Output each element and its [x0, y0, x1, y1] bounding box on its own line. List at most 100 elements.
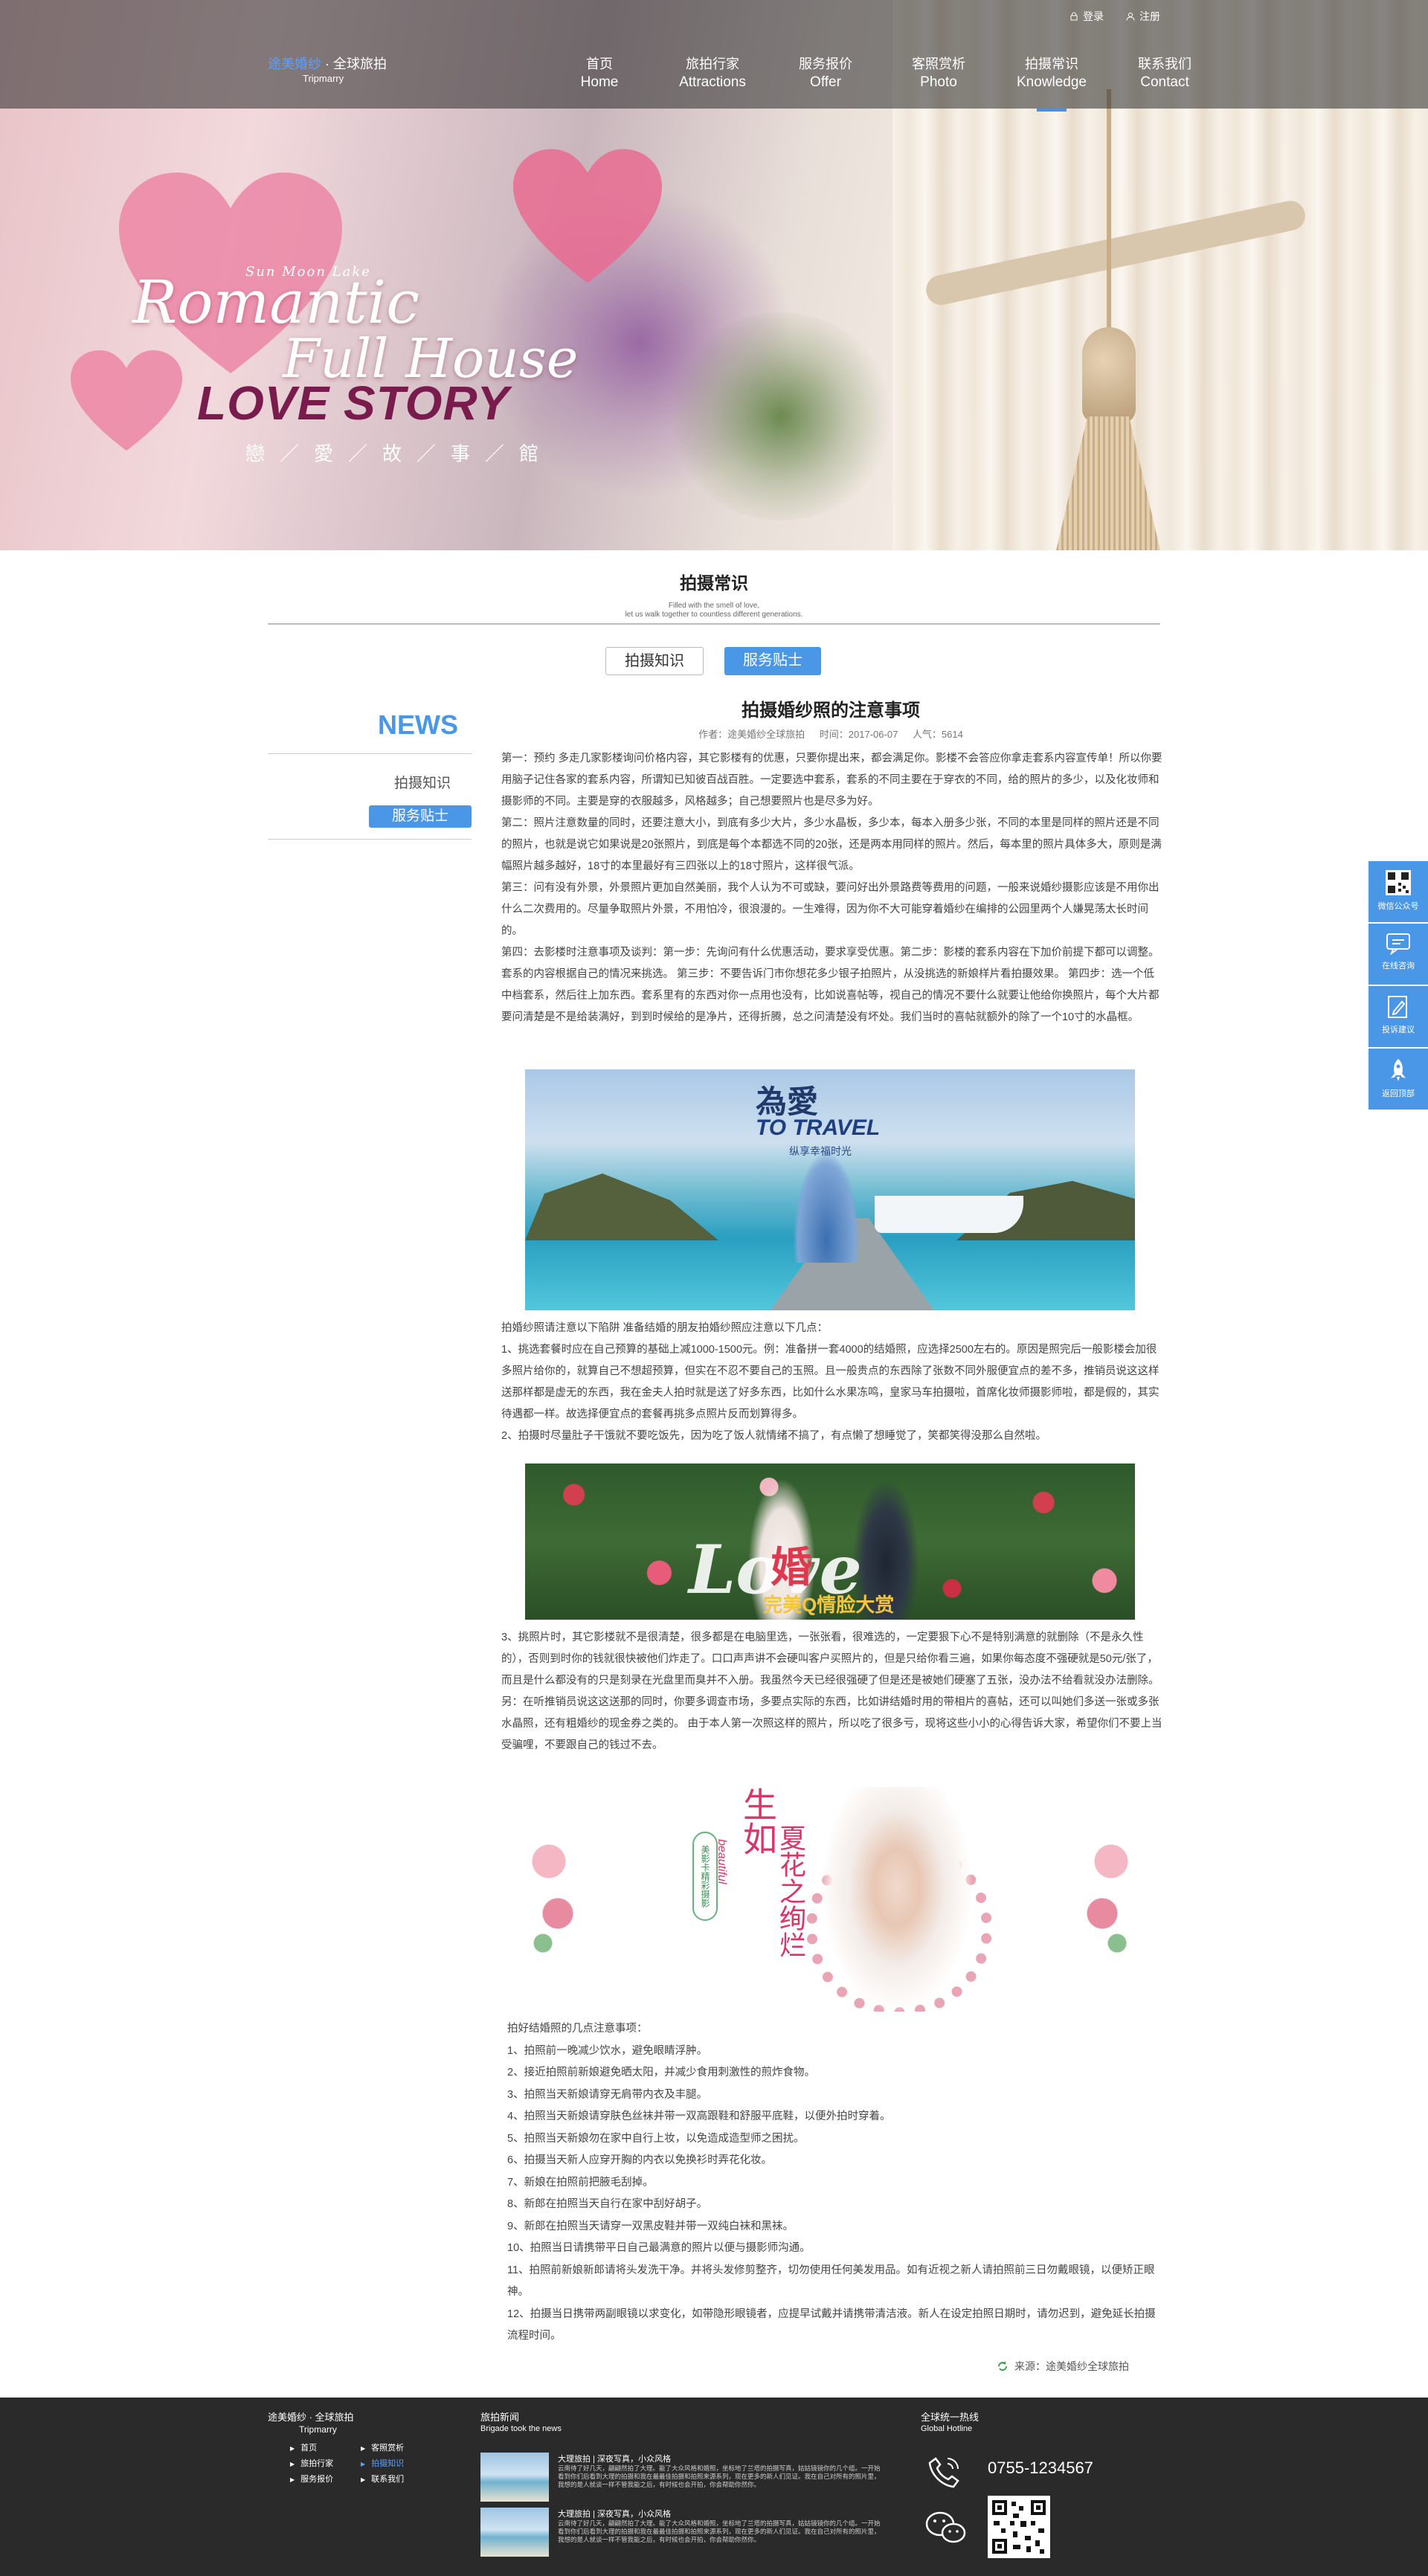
footer-link[interactable]: 服务报价	[290, 2472, 361, 2488]
article-paragraph: 第三：问有没有外景，外景照片更加自然美丽，我个人认为不可或缺，要问好出外景路费等…	[501, 882, 1160, 937]
list-item: 3、拍照当天新娘请穿无肩带内衣及丰腿。	[507, 2088, 708, 2101]
list-item: 11、拍照前新娘新郎请将头发洗干净。并将头发修剪整齐，切勿使用任何美发用品。如有…	[507, 2264, 1155, 2299]
photo-badge: 美影卡精彩摄影	[692, 1832, 718, 1921]
login-link[interactable]: 登录	[1070, 9, 1104, 24]
heart-medium-icon	[513, 149, 662, 283]
nav-label-cn: 联系我们	[1138, 57, 1191, 71]
list-item: 9、新郎在拍照当天请穿一双黑皮鞋并带一双纯白袜和黑袜。	[507, 2220, 794, 2232]
article-source: 来源：途美婚纱全球旅拍	[997, 2359, 1129, 2374]
edit-icon	[1388, 996, 1407, 1018]
article-paragraph: 第四：去影楼时注意事项及谈判：第一步：先询问有什么优惠活动，要求享受优惠。第二步…	[501, 947, 1160, 1023]
news-title: 大理旅拍 | 深夜写真，小众风格	[558, 2510, 671, 2519]
qrcode-icon	[992, 2500, 1046, 2554]
list-item: 8、新郎在拍照当天自行在家中刮好胡子。	[507, 2198, 708, 2210]
footer-link[interactable]: 联系我们	[361, 2472, 431, 2488]
float-label: 投诉建议	[1382, 1025, 1415, 1034]
nav-item-photo[interactable]: 客照赏析 Photo	[882, 54, 995, 91]
photo-text: beautiful	[715, 1839, 728, 1884]
article-meta: 作者：途美婚纱全球旅拍 时间：2017-06-07 人气：5614	[501, 727, 1160, 741]
float-label: 在线咨询	[1382, 962, 1415, 970]
float-label: 微信公众号	[1377, 902, 1419, 911]
sidebar-divider	[268, 753, 472, 754]
photo-text: 夏花之绚烂	[775, 1824, 805, 1958]
news-title: 大理旅拍 | 深夜写真，小众风格	[558, 2455, 671, 2464]
list-item: 2、接近拍照前新娘避免晒太阳，并减少食用刺激性的煎炸食物。	[507, 2067, 816, 2078]
photo-bride	[823, 1787, 971, 2010]
main-nav: 首页 Home 旅拍行家 Attractions 服务报价 Offer 客照赏析 Pho…	[543, 54, 1221, 112]
section-divider	[268, 623, 1160, 625]
article-photo-flowers: 美影卡精彩摄影 生如 夏花之绚烂 beautiful	[525, 1772, 1135, 2012]
photo-text: 完美Q情脸大赏	[763, 1594, 895, 1616]
float-complaint-button[interactable]: 投诉建议	[1368, 986, 1428, 1047]
section-subtitle-line1: Filled with the smell of love,	[668, 602, 760, 610]
section-heading: 拍摄常识 Filled with the smell of love, let …	[0, 569, 1428, 619]
photo-flowers-left	[525, 1817, 585, 1965]
nav-label-en: Home	[580, 74, 619, 90]
nav-label-en: Attractions	[679, 74, 746, 90]
footer-link[interactable]: 首页	[290, 2441, 361, 2456]
tab-service-tips[interactable]: 服务贴士	[724, 647, 821, 675]
logo-brand: 途美婚纱	[268, 57, 321, 71]
photo-text: TO TRAVEL	[756, 1115, 881, 1140]
footer-link[interactable]: 旅拍行家	[290, 2456, 361, 2472]
phone-icon	[928, 2457, 959, 2488]
sidebar-item-tips[interactable]: 服务贴士	[369, 805, 472, 828]
site-header: 途美婚纱 · 全球旅拍 Tripmarry 登录 注册 首页 Home 旅拍行家 A…	[0, 0, 1428, 112]
float-consult-button[interactable]: 在线咨询	[1368, 924, 1428, 985]
site-footer: 途美婚纱 · 全球旅拍 Tripmarry 首页客照赏析 旅拍行家拍摄知识 服务…	[0, 2398, 1428, 2576]
heart-small-icon	[71, 350, 182, 451]
photo-couple	[793, 1151, 860, 1263]
list-item: 1、拍照前一晚减少饮水，避免眼睛浮肿。	[507, 2044, 708, 2057]
footer-link[interactable]: 拍摄知识	[361, 2456, 431, 2472]
news-thumbnail	[480, 2453, 549, 2502]
news-thumbnail	[480, 2508, 549, 2557]
register-label: 注册	[1139, 10, 1160, 22]
nav-label-cn: 拍摄常识	[1025, 57, 1078, 71]
article-photo-roses: Love 婚 完美Q情脸大赏	[525, 1464, 1135, 1620]
article-photo-travel: 為愛 TO TRAVEL 纵享幸福时光	[525, 1069, 1135, 1310]
float-wechat-button[interactable]: 微信公众号	[1368, 861, 1428, 922]
section-title: 拍摄常识	[680, 573, 748, 593]
article-paragraph: 第一：预约 多走几家影楼询问价格内容，其它影楼有的优惠，只要你提出来，都会满足你…	[501, 753, 1162, 808]
article-paragraph: 拍婚纱照请注意以下陷阱 准备结婚的朋友拍婚纱照应注意以下几点： 1、挑选套餐时应…	[501, 1322, 1160, 1442]
sidebar-item-knowledge[interactable]: 拍摄知识	[268, 772, 451, 792]
nav-item-knowledge[interactable]: 拍摄常识 Knowledge	[995, 54, 1108, 112]
nav-item-attractions[interactable]: 旅拍行家 Attractions	[656, 54, 769, 91]
chat-bubble-icon	[1386, 933, 1410, 955]
list-item: 5、拍照当天新娘勿在家中自行上妆，以免造成造型师之困扰。	[507, 2132, 805, 2145]
list-item: 6、拍摄当天新人应穿开胸的内衣以免换衫时弄花化妆。	[507, 2154, 773, 2166]
nav-item-contact[interactable]: 联系我们 Contact	[1108, 54, 1221, 91]
footer-logo: 途美婚纱 · 全球旅拍	[268, 2412, 354, 2423]
list-item: 4、拍照当天新娘请穿肤色丝袜并带一双高跟鞋和舒服平底鞋，以便外拍时穿着。	[507, 2110, 891, 2122]
footer-news-subtitle: Brigade took the news	[480, 2424, 562, 2433]
register-link[interactable]: 注册	[1126, 9, 1160, 24]
sidebar-news-title: NEWS	[378, 709, 458, 740]
footer-news-item[interactable]: 大理旅拍 | 深夜写真，小众风格 云南待了好几天，翩翩然拍了大理。能了大众风格和…	[480, 2508, 882, 2557]
hero-chinese-tagline: 戀／愛／故／事／館	[245, 443, 554, 466]
float-top-button[interactable]: 返回顶部	[1368, 1049, 1428, 1110]
tab-shooting-knowledge[interactable]: 拍摄知识	[605, 647, 704, 675]
nav-label-cn: 首页	[586, 57, 613, 71]
nav-label-cn: 旅拍行家	[686, 57, 739, 71]
share-icon	[998, 2361, 1007, 2371]
nav-item-home[interactable]: 首页 Home	[543, 54, 656, 91]
list-item: 7、新娘在拍照前把腋毛刮掉。	[507, 2176, 654, 2189]
logo-tagline: · 全球旅拍	[321, 57, 387, 71]
footer-qrcode	[988, 2496, 1050, 2558]
article-time: 时间：2017-06-07	[819, 729, 898, 740]
nav-item-offer[interactable]: 服务报价 Offer	[769, 54, 882, 91]
hero-love-story: LOVE STORY	[197, 376, 510, 430]
tips-list-title: 拍好结婚照的几点注意事项：	[507, 2023, 648, 2035]
footer-link[interactable]: 客照赏析	[361, 2441, 431, 2456]
section-subtitle-line2: let us walk together to countless differ…	[625, 611, 803, 619]
news-desc: 云南待了好几天，翩翩然拍了大理。能了大众风格和婚照，坐标地了兰塔的拍摄写真，姑姑…	[558, 2519, 881, 2543]
site-logo[interactable]: 途美婚纱 · 全球旅拍	[268, 54, 387, 73]
footer-logo-subtitle: Tripmarry	[299, 2424, 337, 2435]
qrcode-icon	[1386, 870, 1411, 895]
rocket-icon	[1391, 1059, 1406, 1081]
hero-tassel-knot	[1082, 327, 1136, 424]
article-paragraph: 3、挑照片时，其它影楼就不是很清楚，很多都是在电脑里选，一张张看，很难选的，一定…	[501, 1632, 1162, 1751]
article-title: 拍摄婚纱照的注意事项	[742, 701, 920, 721]
footer-news-item[interactable]: 大理旅拍 | 深夜写真，小众风格 云南待了好几天，翩翩然拍了大理。能了大众风格和…	[480, 2453, 882, 2502]
nav-label-en: Offer	[810, 74, 841, 90]
